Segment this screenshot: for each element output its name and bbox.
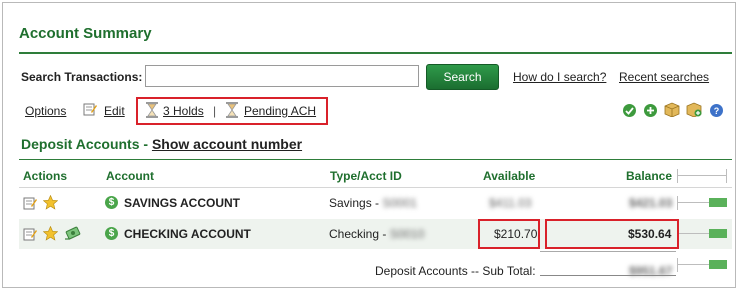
balance-amount: $421.03 (629, 196, 673, 210)
subtotal-spark (677, 256, 727, 274)
account-type: Savings - S0001 (329, 196, 417, 210)
edit-icon[interactable] (23, 227, 37, 241)
account-name[interactable]: SAVINGS ACCOUNT (124, 196, 240, 210)
account-name[interactable]: CHECKING ACCOUNT (124, 227, 251, 241)
deposit-accounts-heading: Deposit Accounts - (21, 136, 152, 152)
how-do-i-search-link[interactable]: How do I search? (513, 70, 606, 84)
add-circle-icon[interactable] (644, 104, 657, 117)
column-header-account: Account (106, 169, 154, 183)
recent-searches-link[interactable]: Recent searches (619, 70, 709, 84)
balance-spark (677, 194, 727, 212)
account-type-label: Savings - (329, 196, 383, 210)
star-icon[interactable] (43, 226, 58, 241)
hourglass-icon (226, 102, 238, 118)
account-id: S0001 (382, 196, 418, 210)
account-summary-panel: Account Summary Search Transactions: Sea… (2, 2, 736, 288)
hourglass-icon (146, 102, 158, 118)
show-account-number-link[interactable]: Show account number (152, 136, 302, 152)
package-add-icon[interactable] (686, 102, 702, 117)
table-row: $ SAVINGS ACCOUNT Savings - S0001 $411.0… (19, 188, 732, 218)
money-transfer-icon[interactable] (64, 226, 81, 241)
help-circle-icon[interactable]: ? (710, 104, 723, 117)
account-id: S0010 (389, 227, 425, 241)
account-type-label: Checking - (329, 227, 390, 241)
dollar-icon: $ (105, 227, 118, 240)
check-circle-icon[interactable] (623, 104, 636, 117)
column-header-balance: Balance (626, 169, 673, 183)
dollar-icon: $ (105, 196, 118, 209)
package-icon[interactable] (664, 102, 680, 117)
balance-highlight-box (545, 219, 679, 249)
pending-ach-link[interactable]: Pending ACH (244, 104, 316, 118)
subtotal-underline (540, 275, 676, 276)
subtotal-top-rule (540, 251, 676, 252)
search-button[interactable]: Search (426, 64, 499, 90)
edit-icon[interactable] (83, 102, 97, 116)
search-input[interactable] (145, 65, 419, 87)
star-icon[interactable] (43, 195, 58, 210)
column-header-type: Type/Acct ID (330, 169, 402, 183)
svg-text:?: ? (714, 106, 720, 116)
section-title: Deposit Accounts - Show account number (21, 136, 302, 152)
available-highlight-box (478, 219, 540, 249)
balance-spark (677, 225, 727, 243)
search-label: Search Transactions: (21, 70, 143, 84)
toolbar-separator: | (213, 104, 217, 118)
holds-link[interactable]: 3 Holds (163, 104, 204, 118)
column-header-actions: Actions (23, 169, 68, 183)
available-amount: $411.03 (489, 196, 532, 210)
column-header-available: Available (483, 169, 536, 183)
balance-header-spark (677, 167, 727, 185)
options-link[interactable]: Options (25, 104, 66, 118)
account-type: Checking - S0010 (329, 227, 424, 241)
subtotal-label: Deposit Accounts -- Sub Total: (375, 264, 536, 278)
page-title: Account Summary (19, 25, 152, 42)
edit-icon[interactable] (23, 196, 37, 210)
title-divider (19, 52, 732, 54)
section-divider (19, 159, 732, 160)
edit-link[interactable]: Edit (104, 104, 125, 118)
